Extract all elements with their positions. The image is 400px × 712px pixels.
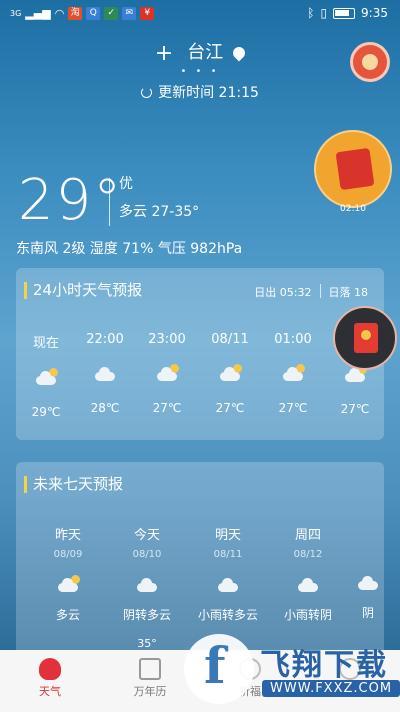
day-name: 明天 (214, 528, 241, 543)
hour-item: 01:00 27℃ (267, 332, 319, 415)
day-condition: 阴 (361, 606, 374, 620)
day-condition: 阴转多云 (122, 608, 171, 622)
hour-temp: 27℃ (278, 401, 308, 415)
hour-item: 23:00 27℃ (141, 332, 193, 415)
watermark-url: WWW.FXXZ.COM (262, 680, 400, 697)
watermark-logo-icon (184, 634, 254, 704)
weekly-title: 未来七天预报 (24, 476, 123, 493)
partial-temp: 35° (137, 637, 157, 650)
promo-button[interactable] (314, 130, 392, 208)
hour-time: 08/11 (211, 332, 249, 347)
partly-cloudy-icon (155, 364, 179, 381)
status-system: ᛒ ▯ 9:35 (307, 6, 388, 20)
hour-temp: 28℃ (90, 401, 120, 415)
hour-time: 01:00 (274, 332, 312, 347)
day-date: 08/11 (213, 549, 243, 560)
hour-time: 22:00 (86, 332, 124, 347)
update-time[interactable]: 更新时间 21:15 (0, 82, 400, 102)
shield-icon: ✓ (104, 7, 119, 20)
day-condition: 小雨转阴 (283, 608, 332, 622)
update-time-label: 更新时间 21:15 (158, 85, 259, 101)
calendar-icon (139, 658, 161, 680)
wifi-icon: ◠ (54, 7, 65, 20)
day-condition: 小雨转多云 (197, 608, 258, 622)
hour-item: 08/11 27℃ (204, 332, 256, 415)
fortune-badge-icon[interactable] (350, 42, 390, 82)
sunrise: 日出 05:32 (254, 286, 312, 299)
refresh-icon[interactable] (141, 87, 153, 98)
day-condition: 多云 (55, 608, 80, 622)
signal-icon: ▂▄▆ (25, 7, 51, 20)
app-notification-icon: ✉ (122, 7, 137, 20)
hour-time: 23:00 (148, 332, 186, 347)
day-name: 今天 (133, 528, 160, 543)
hour-temp: 27℃ (152, 401, 182, 415)
hour-temp: 27℃ (215, 401, 245, 415)
cloudy-icon (356, 576, 380, 590)
day-item[interactable]: 阴 (354, 524, 382, 621)
day-name (354, 524, 382, 540)
day-name: 周四 (294, 528, 321, 543)
cloudy-icon (93, 367, 117, 381)
cloudy-icon (216, 578, 240, 592)
redpacket-button[interactable] (333, 306, 397, 370)
partly-cloudy-icon (218, 364, 242, 381)
day-date (354, 546, 382, 558)
cloudy-icon (296, 578, 320, 592)
add-city-button[interactable]: + (155, 41, 173, 66)
page-indicator: • • • (180, 66, 220, 77)
cloudy-icon (135, 578, 159, 592)
partly-cloudy-icon (343, 365, 367, 382)
hourly-title: 24小时天气预报 (24, 282, 142, 299)
divider (319, 284, 321, 298)
air-quality[interactable]: 优 (119, 173, 133, 193)
watermark-text: 飞翔下载 (260, 648, 388, 683)
weather-details: 东南风 2级 湿度 71% 气压 982hPa (16, 241, 243, 257)
partly-cloudy-icon (56, 575, 80, 592)
redpacket-notification-icon: ¥ (140, 7, 155, 20)
condition-range: 多云 27-35° (119, 204, 200, 220)
divider (109, 178, 110, 226)
partly-cloudy-icon (281, 364, 305, 381)
sun-times: 日出 05:32 日落 18 (254, 284, 368, 300)
network-type: 3G (10, 9, 22, 18)
city-name[interactable]: 台江 (187, 42, 223, 63)
current-temperature: 29° (18, 168, 124, 233)
clock: 9:35 (361, 6, 388, 20)
location-pin-icon (230, 44, 248, 62)
nav-label: 天气 (39, 685, 61, 698)
status-indicators: 3G ▂▄▆ ◠ 淘 Q ✓ ✉ ¥ (10, 7, 155, 20)
hourly-forecast-card[interactable]: 24小时天气预报 日出 05:32 日落 18 现在 29℃ 22:00 28℃… (16, 268, 384, 440)
battery-icon (333, 7, 356, 19)
day-name: 昨天 (54, 528, 81, 543)
day-date: 08/12 (293, 549, 323, 560)
status-bar: 3G ▂▄▆ ◠ 淘 Q ✓ ✉ ¥ ᛒ ▯ 9:35 (0, 0, 400, 28)
day-date: 08/09 (53, 549, 83, 560)
partly-cloudy-icon (34, 368, 58, 385)
day-item[interactable]: 周四 08/12 小雨转阴 (268, 524, 348, 623)
hour-temp: 27℃ (340, 402, 370, 416)
vibrate-icon: ▯ (320, 6, 328, 20)
hour-item: 现在 29℃ (20, 332, 72, 419)
bluetooth-icon: ᛒ (307, 6, 315, 20)
redpacket-icon (335, 147, 375, 191)
day-item[interactable]: 昨天 08/09 多云 (28, 524, 108, 623)
day-item[interactable]: 今天 08/10 阴转多云 35° (107, 524, 187, 650)
redpacket-icon (354, 323, 378, 353)
day-date: 08/10 (132, 549, 162, 560)
watermark: 飞翔下载 WWW.FXXZ.COM (178, 628, 400, 712)
weather-icon (39, 658, 61, 680)
app-notification-icon: 淘 (68, 7, 83, 20)
hour-time: 现在 (32, 336, 59, 351)
nav-weather[interactable]: 天气 (0, 650, 100, 712)
hour-temp: 29℃ (31, 405, 61, 419)
sunset: 日落 18 (328, 286, 369, 299)
hour-item: 22:00 28℃ (79, 332, 131, 415)
city-header: + 台江 (0, 38, 400, 66)
app-notification-icon: Q (86, 7, 101, 20)
promo-countdown: 02:10 (340, 204, 366, 214)
day-item[interactable]: 明天 08/11 小雨转多云 (188, 524, 268, 623)
